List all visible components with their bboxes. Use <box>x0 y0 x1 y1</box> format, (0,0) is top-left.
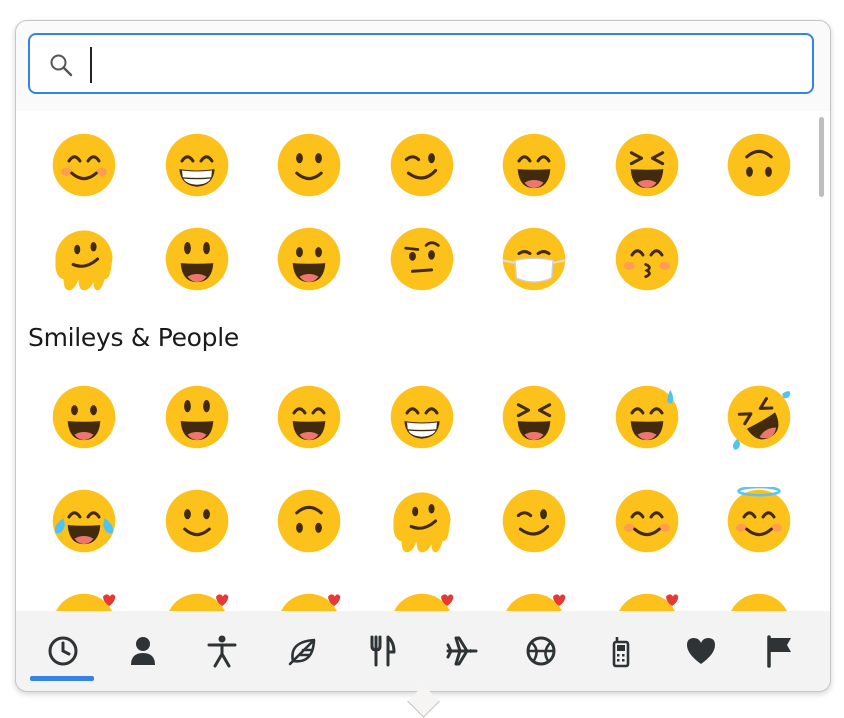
recent-emoji-3[interactable] <box>366 115 478 215</box>
smileys-emoji-10[interactable] <box>366 471 478 571</box>
person-icon <box>130 637 155 665</box>
recent-emoji-2[interactable] <box>253 115 365 215</box>
recent-emoji-6[interactable] <box>703 115 815 215</box>
emoji-face-icon <box>277 227 341 291</box>
section-title-smileys: Smileys & People <box>28 323 239 352</box>
search-input[interactable] <box>84 43 788 87</box>
emoji-face-icon <box>615 133 678 197</box>
text-caret <box>90 47 92 83</box>
smileys-emoji-1[interactable] <box>141 367 253 467</box>
smileys-emoji-2[interactable] <box>253 367 365 467</box>
recent-emoji-0[interactable] <box>28 115 140 215</box>
smileys-emoji-4[interactable] <box>478 367 590 467</box>
tab-people[interactable] <box>104 611 182 691</box>
tab-travel[interactable] <box>423 611 501 691</box>
recent-emoji-4[interactable] <box>478 115 590 215</box>
emoji-face-icon <box>615 489 678 553</box>
leaf-icon <box>288 638 316 666</box>
emoji-face-icon <box>390 385 453 449</box>
emoji-face-icon <box>165 227 228 291</box>
tab-nature[interactable] <box>263 611 341 691</box>
clock-icon <box>48 636 78 666</box>
smileys-emoji-15[interactable] <box>141 575 253 611</box>
tab-food[interactable] <box>343 611 421 691</box>
emoji-face-icon <box>52 489 116 553</box>
emoji-face-icon <box>168 593 228 611</box>
recent-emoji-8[interactable] <box>141 209 253 309</box>
emoji-face-icon <box>165 489 228 553</box>
emoji-face-icon <box>615 227 678 291</box>
phone-icon <box>612 637 630 668</box>
smileys-emoji-14[interactable] <box>28 575 140 611</box>
emoji-face-icon <box>502 385 566 449</box>
smileys-emoji-13[interactable] <box>703 471 815 571</box>
recent-emoji-9[interactable] <box>253 209 365 309</box>
emoji-face-icon <box>165 385 228 449</box>
smileys-emoji-20[interactable] <box>703 575 815 611</box>
emoji-face-icon <box>55 230 113 291</box>
emoji-face-icon <box>390 133 453 197</box>
search-icon <box>48 52 74 78</box>
recent-emoji-5[interactable] <box>591 115 703 215</box>
emoji-face-icon <box>52 385 116 449</box>
emoji-face-icon <box>56 593 116 611</box>
emoji-face-icon <box>502 227 566 291</box>
smileys-emoji-0[interactable] <box>28 367 140 467</box>
tab-flags[interactable] <box>741 611 819 691</box>
accessibility-icon <box>207 635 237 668</box>
emoji-face-icon <box>277 385 341 449</box>
emoji-face-icon <box>392 492 451 553</box>
emoji-face-icon <box>618 593 678 611</box>
emoji-face-icon <box>277 489 341 553</box>
recent-emoji-1[interactable] <box>141 115 253 215</box>
smileys-emoji-17[interactable] <box>366 575 478 611</box>
emoji-face-icon <box>393 593 453 611</box>
smileys-emoji-8[interactable] <box>141 471 253 571</box>
emoji-chooser-popover: Smileys & People <box>15 20 831 718</box>
search-bar <box>16 21 830 111</box>
emoji-face-icon <box>615 385 678 449</box>
smileys-emoji-19[interactable] <box>591 575 703 611</box>
emoji-face-icon <box>727 385 791 450</box>
tab-recent[interactable] <box>24 611 102 691</box>
scrollbar-thumb[interactable] <box>819 117 824 197</box>
tab-activities[interactable] <box>502 611 580 691</box>
tab-objects[interactable] <box>582 611 660 691</box>
emoji-face-icon <box>390 227 453 291</box>
smileys-emoji-18[interactable] <box>478 575 590 611</box>
smileys-emoji-6[interactable] <box>703 367 815 467</box>
tab-symbols[interactable] <box>662 611 740 691</box>
recent-emoji-12[interactable] <box>591 209 703 309</box>
emoji-face-icon <box>165 133 228 197</box>
ball-icon <box>526 636 556 666</box>
emoji-face-icon <box>502 133 566 197</box>
smileys-emoji-7[interactable] <box>28 471 140 571</box>
smileys-emoji-11[interactable] <box>478 471 590 571</box>
emoji-face-icon <box>506 593 566 611</box>
emoji-face-icon <box>281 593 341 611</box>
emoji-face-icon <box>52 133 116 197</box>
flag-icon <box>767 635 792 668</box>
recent-emoji-11[interactable] <box>478 209 590 309</box>
tab-body[interactable] <box>183 611 261 691</box>
smileys-emoji-16[interactable] <box>253 575 365 611</box>
heart-icon <box>686 638 715 664</box>
search-field[interactable] <box>28 33 814 94</box>
fork-knife-icon <box>370 635 396 667</box>
emoji-face-icon <box>727 133 791 197</box>
emoji-scroll-area[interactable]: Smileys & People <box>16 111 830 611</box>
recent-emoji-7[interactable] <box>28 209 140 309</box>
emoji-face-icon <box>727 487 791 553</box>
smileys-emoji-5[interactable] <box>591 367 703 467</box>
smileys-emoji-3[interactable] <box>366 367 478 467</box>
smileys-emoji-12[interactable] <box>591 471 703 571</box>
emoji-face-icon <box>502 489 566 553</box>
smileys-emoji-9[interactable] <box>253 471 365 571</box>
category-tab-bar <box>16 611 830 691</box>
emoji-face-icon <box>277 133 341 197</box>
emoji-face-icon <box>731 593 787 611</box>
recent-emoji-10[interactable] <box>366 209 478 309</box>
airplane-icon <box>446 636 477 666</box>
